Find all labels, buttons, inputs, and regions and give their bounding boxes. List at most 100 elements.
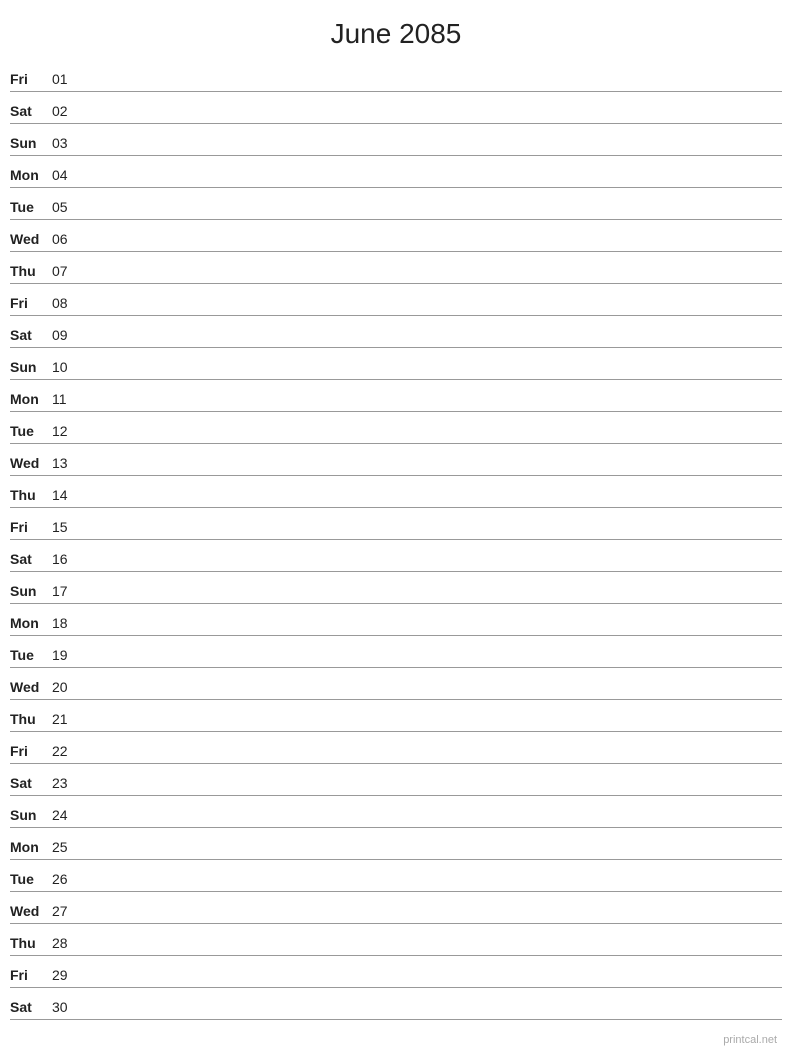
day-name: Sat: [10, 775, 52, 793]
day-name: Sat: [10, 551, 52, 569]
day-name: Sat: [10, 327, 52, 345]
day-number: 30: [52, 999, 80, 1017]
day-name: Sun: [10, 807, 52, 825]
calendar-row: Wed27: [10, 892, 782, 924]
day-line: [80, 984, 782, 985]
day-name: Sat: [10, 999, 52, 1017]
day-line: [80, 120, 782, 121]
day-name: Tue: [10, 199, 52, 217]
day-name: Wed: [10, 679, 52, 697]
day-name: Wed: [10, 455, 52, 473]
calendar-row: Fri01: [10, 60, 782, 92]
calendar-row: Tue19: [10, 636, 782, 668]
day-number: 10: [52, 359, 80, 377]
calendar-row: Sun24: [10, 796, 782, 828]
day-number: 29: [52, 967, 80, 985]
day-number: 12: [52, 423, 80, 441]
calendar-row: Wed20: [10, 668, 782, 700]
calendar-row: Sun10: [10, 348, 782, 380]
day-number: 09: [52, 327, 80, 345]
day-line: [80, 888, 782, 889]
day-name: Wed: [10, 231, 52, 249]
day-line: [80, 856, 782, 857]
calendar-row: Fri15: [10, 508, 782, 540]
day-line: [80, 696, 782, 697]
day-line: [80, 408, 782, 409]
calendar-grid: Fri01Sat02Sun03Mon04Tue05Wed06Thu07Fri08…: [0, 60, 792, 1020]
day-number: 02: [52, 103, 80, 121]
day-number: 27: [52, 903, 80, 921]
day-name: Fri: [10, 967, 52, 985]
day-number: 15: [52, 519, 80, 537]
day-number: 05: [52, 199, 80, 217]
day-number: 14: [52, 487, 80, 505]
day-name: Thu: [10, 263, 52, 281]
day-line: [80, 312, 782, 313]
calendar-row: Fri29: [10, 956, 782, 988]
day-number: 08: [52, 295, 80, 313]
page-title: June 2085: [0, 0, 792, 60]
calendar-row: Tue26: [10, 860, 782, 892]
day-number: 04: [52, 167, 80, 185]
calendar-row: Sat09: [10, 316, 782, 348]
day-name: Sun: [10, 583, 52, 601]
day-number: 20: [52, 679, 80, 697]
day-line: [80, 824, 782, 825]
day-line: [80, 184, 782, 185]
day-line: [80, 664, 782, 665]
calendar-row: Thu07: [10, 252, 782, 284]
day-name: Sun: [10, 359, 52, 377]
day-line: [80, 472, 782, 473]
day-number: 07: [52, 263, 80, 281]
day-number: 13: [52, 455, 80, 473]
day-name: Tue: [10, 871, 52, 889]
day-line: [80, 760, 782, 761]
day-name: Fri: [10, 743, 52, 761]
day-line: [80, 248, 782, 249]
day-name: Mon: [10, 839, 52, 857]
day-line: [80, 536, 782, 537]
day-name: Sat: [10, 103, 52, 121]
calendar-row: Wed13: [10, 444, 782, 476]
day-line: [80, 440, 782, 441]
day-name: Thu: [10, 935, 52, 953]
calendar-row: Tue05: [10, 188, 782, 220]
calendar-row: Thu14: [10, 476, 782, 508]
day-name: Tue: [10, 423, 52, 441]
day-name: Mon: [10, 391, 52, 409]
day-number: 22: [52, 743, 80, 761]
day-line: [80, 632, 782, 633]
day-name: Mon: [10, 615, 52, 633]
footer-label: printcal.net: [723, 1034, 777, 1046]
calendar-row: Sat16: [10, 540, 782, 572]
day-line: [80, 88, 782, 89]
day-number: 01: [52, 71, 80, 89]
day-name: Fri: [10, 71, 52, 89]
calendar-row: Tue12: [10, 412, 782, 444]
day-line: [80, 920, 782, 921]
day-number: 11: [52, 391, 80, 409]
day-number: 28: [52, 935, 80, 953]
calendar-row: Sun17: [10, 572, 782, 604]
day-name: Fri: [10, 295, 52, 313]
calendar-row: Sat23: [10, 764, 782, 796]
calendar-row: Sat30: [10, 988, 782, 1020]
day-number: 19: [52, 647, 80, 665]
day-number: 17: [52, 583, 80, 601]
day-line: [80, 952, 782, 953]
calendar-row: Thu21: [10, 700, 782, 732]
calendar-row: Sat02: [10, 92, 782, 124]
calendar-row: Wed06: [10, 220, 782, 252]
day-name: Fri: [10, 519, 52, 537]
day-line: [80, 344, 782, 345]
calendar-row: Thu28: [10, 924, 782, 956]
day-line: [80, 376, 782, 377]
day-number: 06: [52, 231, 80, 249]
day-name: Thu: [10, 487, 52, 505]
day-line: [80, 600, 782, 601]
day-name: Thu: [10, 711, 52, 729]
day-number: 23: [52, 775, 80, 793]
calendar-row: Fri08: [10, 284, 782, 316]
calendar-row: Mon04: [10, 156, 782, 188]
day-name: Sun: [10, 135, 52, 153]
